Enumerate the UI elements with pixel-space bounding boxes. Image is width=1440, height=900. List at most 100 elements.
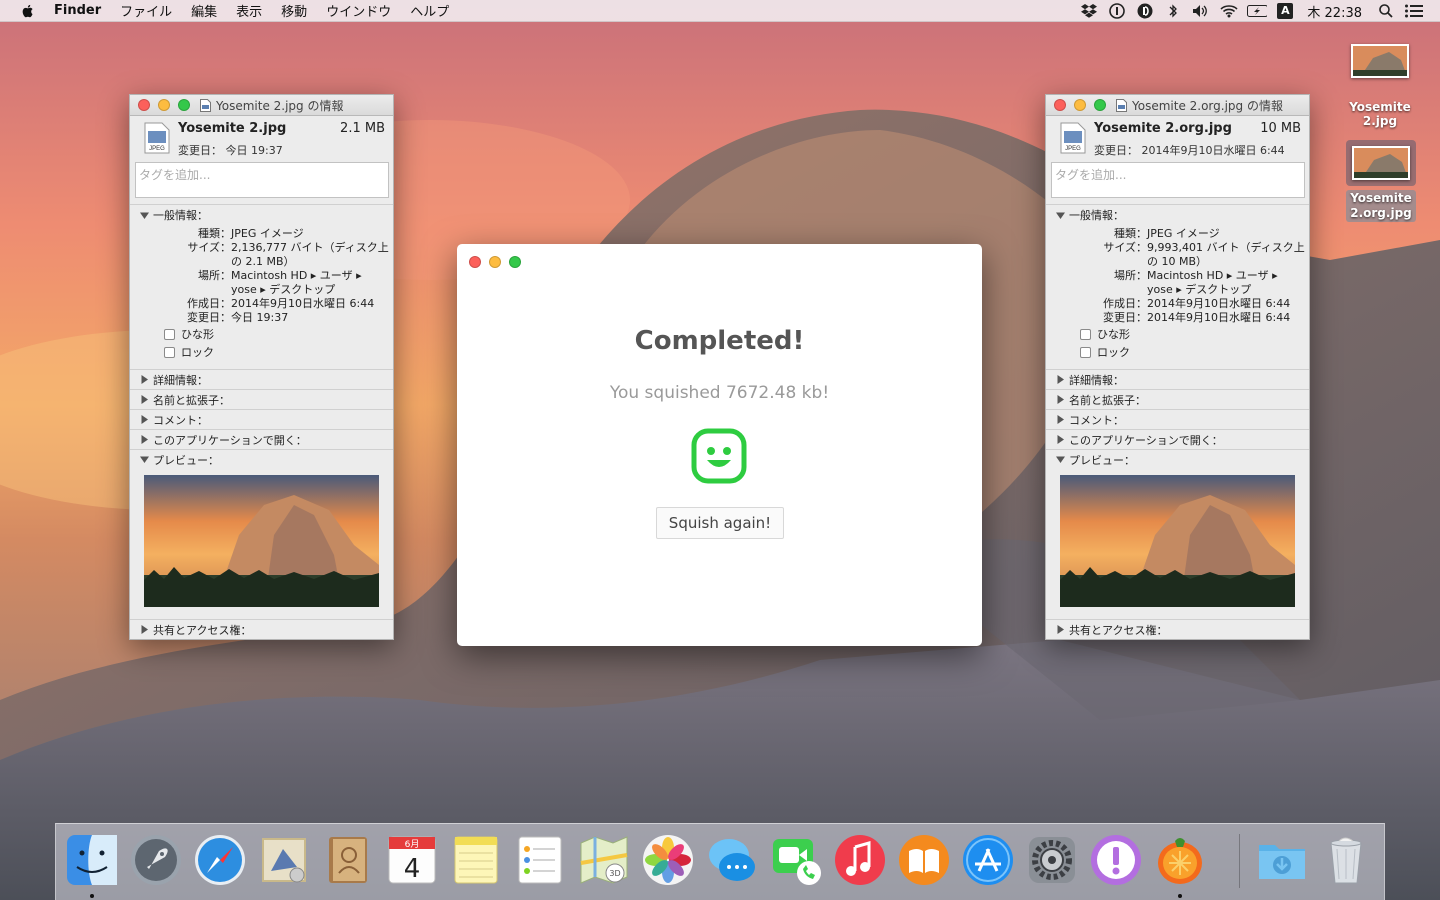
dock-messages-icon[interactable] (705, 833, 759, 887)
dock-itunes-icon[interactable] (833, 833, 887, 887)
minimize-button[interactable] (489, 256, 501, 268)
completed-heading: Completed! (634, 326, 805, 356)
stationery-checkbox[interactable]: ひな形 (1080, 325, 1309, 343)
jpeg-file-icon: JPEG (1060, 122, 1086, 154)
created-value: 2014年9月10日水曜日 6:44 (1147, 297, 1291, 310)
dock-feedback-icon[interactable] (1089, 833, 1143, 887)
section-more-info[interactable]: 詳細情報： (130, 369, 393, 389)
section-comments[interactable]: コメント： (130, 409, 393, 429)
squish-complete-window: Completed! You squished 7672.48 kb! Squi… (457, 244, 982, 646)
stationery-checkbox[interactable]: ひな形 (164, 325, 393, 343)
section-name-extension[interactable]: 名前と拡張子： (130, 389, 393, 409)
info-window-titlebar[interactable]: Yosemite 2.jpg の情報 (130, 95, 393, 116)
section-preview[interactable]: プレビュー： (130, 449, 393, 469)
onepassword-icon[interactable] (1107, 3, 1127, 19)
dock-facetime-icon[interactable] (769, 833, 823, 887)
modified-value: 今日 19:37 (231, 311, 289, 324)
zoom-button[interactable] (509, 256, 521, 268)
locked-checkbox[interactable]: ロック (164, 343, 393, 361)
desktop-icon-yosemite-2-org-jpg[interactable]: Yosemite 2.org.jpg (1346, 140, 1416, 222)
squish-again-button[interactable]: Squish again! (656, 507, 784, 539)
disclosure-triangle-right-icon (1057, 375, 1064, 384)
menu-edit[interactable]: 編集 (191, 1, 217, 20)
tags-input[interactable]: タグを追加... (135, 162, 389, 198)
calendar-day: 4 (404, 854, 421, 884)
file-size: 2.1 MB (340, 121, 385, 136)
section-open-with[interactable]: このアプリケーションで開く： (130, 429, 393, 449)
menu-window[interactable]: ウインドウ (326, 1, 391, 20)
dock-launchpad-icon[interactable] (129, 833, 183, 887)
desktop-icon-thumbnail (1351, 44, 1409, 78)
section-comments[interactable]: コメント： (1046, 409, 1309, 429)
menu-go[interactable]: 移動 (281, 1, 307, 20)
dock-photos-icon[interactable] (641, 833, 695, 887)
desktop-icon-yosemite-2-jpg[interactable]: Yosemite 2.jpg (1332, 44, 1428, 128)
zoom-button[interactable] (1094, 99, 1106, 111)
section-preview[interactable]: プレビュー： (1046, 449, 1309, 469)
menubar-clock[interactable]: 木 22:38 (1307, 2, 1362, 21)
menu-app-finder[interactable]: Finder (54, 3, 101, 18)
disclosure-triangle-down-icon (140, 456, 149, 463)
dock-separator (1239, 834, 1240, 888)
close-button[interactable] (469, 256, 481, 268)
section-general[interactable]: 一般情報： (130, 205, 393, 225)
file-size: 10 MB (1260, 121, 1301, 136)
dock-running-indicator (1178, 894, 1182, 898)
notification-center-icon[interactable] (1404, 3, 1424, 19)
info-window-titlebar[interactable]: Yosemite 2.org.jpg の情報 (1046, 95, 1309, 116)
dock-app-store-icon[interactable] (961, 833, 1015, 887)
battery-icon[interactable] (1247, 3, 1268, 19)
dock-imageoptim-icon[interactable] (1153, 833, 1207, 887)
minimize-button[interactable] (1074, 99, 1086, 111)
wifi-icon[interactable] (1219, 3, 1239, 19)
dock-finder-icon[interactable] (65, 833, 119, 887)
section-open-with[interactable]: このアプリケーションで開く： (1046, 429, 1309, 449)
section-name-extension[interactable]: 名前と拡張子： (1046, 389, 1309, 409)
dock-running-indicator (90, 894, 94, 898)
dock-reminders-icon[interactable] (513, 833, 567, 887)
size-value: 9,993,401 バイト（ディスク上の 10 MB） (1147, 241, 1305, 268)
minimize-button[interactable] (158, 99, 170, 111)
file-name: Yosemite 2.org.jpg (1094, 121, 1232, 136)
dock-contacts-icon[interactable] (321, 833, 375, 887)
info-window-left: Yosemite 2.jpg の情報 JPEG Yosemite 2.jpg 2… (129, 94, 394, 640)
status-app-icon[interactable] (1135, 3, 1155, 19)
close-button[interactable] (1054, 99, 1066, 111)
input-source-icon[interactable]: A (1275, 3, 1295, 19)
disclosure-triangle-right-icon (141, 435, 148, 444)
menu-bar: Finder ファイル 編集 表示 移動 ウインドウ ヘルプ A 木 22:38 (0, 0, 1440, 22)
dock-downloads-folder-icon[interactable] (1255, 833, 1309, 887)
dock-ibooks-icon[interactable] (897, 833, 951, 887)
dock-mail-icon[interactable] (257, 833, 311, 887)
dock-safari-icon[interactable] (193, 833, 247, 887)
dropbox-icon[interactable] (1079, 3, 1099, 19)
spotlight-search-icon[interactable] (1376, 3, 1396, 19)
input-source-label: A (1277, 3, 1294, 19)
section-more-info[interactable]: 詳細情報： (1046, 369, 1309, 389)
apple-menu-icon[interactable] (20, 3, 36, 19)
disclosure-triangle-right-icon (1057, 435, 1064, 444)
section-sharing-permissions[interactable]: 共有とアクセス権： (130, 619, 393, 639)
disclosure-triangle-down-icon (1056, 456, 1065, 463)
volume-icon[interactable] (1191, 3, 1211, 19)
zoom-button[interactable] (178, 99, 190, 111)
locked-checkbox[interactable]: ロック (1080, 343, 1309, 361)
section-sharing-permissions[interactable]: 共有とアクセス権： (1046, 619, 1309, 639)
info-window-title: Yosemite 2.jpg の情報 (216, 98, 344, 113)
close-button[interactable] (138, 99, 150, 111)
dock-trash-icon[interactable] (1319, 833, 1373, 887)
menu-help[interactable]: ヘルプ (410, 1, 449, 20)
tags-input[interactable]: タグを追加... (1051, 162, 1305, 198)
dock-maps-icon[interactable]: 3D (577, 833, 631, 887)
dock-notes-icon[interactable] (449, 833, 503, 887)
smiley-face-icon (691, 428, 747, 484)
menu-view[interactable]: 表示 (236, 1, 262, 20)
document-icon (200, 98, 211, 112)
jpeg-file-icon: JPEG (144, 122, 170, 154)
section-general[interactable]: 一般情報： (1046, 205, 1309, 225)
dock-system-preferences-icon[interactable] (1025, 833, 1079, 887)
bluetooth-icon[interactable] (1163, 3, 1183, 19)
dock-calendar-icon[interactable]: 6月 4 (385, 833, 439, 887)
file-name: Yosemite 2.jpg (178, 121, 287, 136)
menu-file[interactable]: ファイル (120, 1, 172, 20)
